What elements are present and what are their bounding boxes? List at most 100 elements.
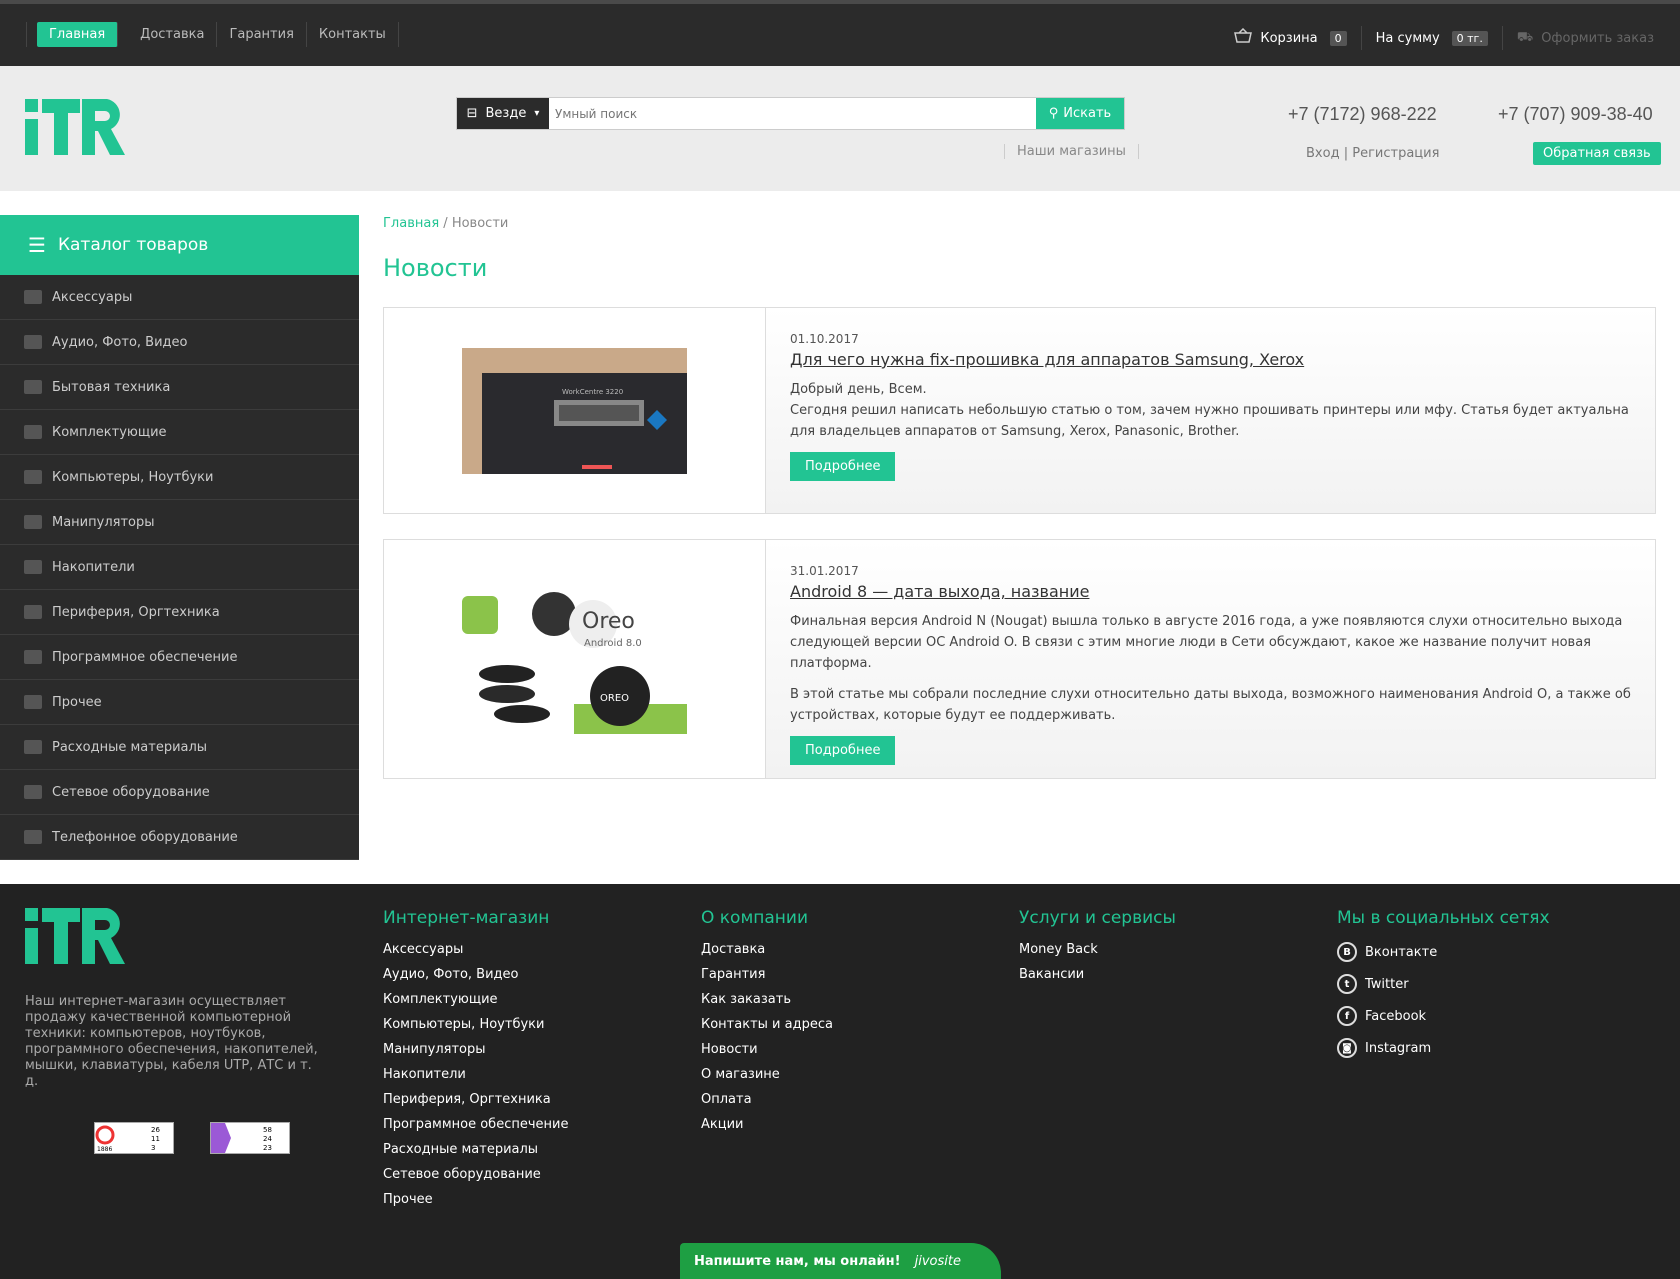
catalog-item[interactable]: Периферия, Оргтехника: [0, 590, 359, 635]
catalog-item-label: Аксессуары: [52, 289, 133, 305]
read-more-button[interactable]: Подробнее: [790, 452, 896, 481]
topnav-link[interactable]: Доставка: [128, 22, 218, 47]
catalog-item[interactable]: Расходные материалы: [0, 725, 359, 770]
footer-link[interactable]: Накопители: [383, 1067, 568, 1082]
footer-link[interactable]: Money Back: [1019, 942, 1176, 957]
social-link[interactable]: ◙ Instagram: [1337, 1038, 1550, 1058]
footer-link[interactable]: Манипуляторы: [383, 1042, 568, 1057]
footer-description: Наш интернет-магазин осуществляет продаж…: [25, 994, 318, 1089]
catalog-item[interactable]: Аудио, Фото, Видео: [0, 320, 359, 365]
news-card: Oreo Android 8.0 OREO 31.01.2017 Android…: [383, 539, 1656, 779]
search-button[interactable]: ⚲ Искать: [1036, 98, 1124, 129]
social-link[interactable]: В Вконтакте: [1337, 942, 1550, 962]
social-label: Twitter: [1365, 976, 1409, 992]
footer-link[interactable]: Как заказать: [701, 992, 833, 1007]
footer-link[interactable]: Компьютеры, Ноутбуки: [383, 1017, 568, 1032]
topnav-link[interactable]: Контакты: [307, 22, 399, 47]
search-input[interactable]: [549, 98, 1036, 129]
footer-col-company: О компании Доставка Гарантия Как заказать Ко…: [701, 908, 833, 1142]
news-card: WorkCentre 3220 01.10.2017 Для чего нужн…: [383, 307, 1656, 514]
footer-link[interactable]: Гарантия: [701, 967, 833, 982]
breadcrumb-home[interactable]: Главная: [383, 216, 439, 231]
register-link[interactable]: Регистрация: [1352, 146, 1439, 161]
footer-link[interactable]: Прочее: [383, 1192, 568, 1207]
footer-col-social: Мы в социальных сетях В Вконтакте t Twitter f…: [1337, 908, 1550, 1070]
footer-heading: Услуги и сервисы: [1019, 908, 1176, 928]
topnav-link[interactable]: Гарантия: [217, 22, 307, 47]
catalog-item-label: Прочее: [52, 694, 102, 710]
counter-badge[interactable]: 58 24 23: [210, 1122, 290, 1154]
catalog-item[interactable]: Сетевое оборудование: [0, 770, 359, 815]
feedback-button[interactable]: Обратная связь: [1533, 142, 1661, 165]
catalog-header[interactable]: ☰ Каталог товаров: [0, 215, 359, 275]
news-title-link[interactable]: Для чего нужна fix-прошивка для аппарато…: [790, 350, 1631, 369]
footer-link[interactable]: Оплата: [701, 1092, 833, 1107]
catalog-item[interactable]: Телефонное оборудование: [0, 815, 359, 860]
footer-link[interactable]: Сетевое оборудование: [383, 1167, 568, 1182]
topnav-link[interactable]: Главная: [37, 22, 119, 47]
social-icon: f: [1337, 1006, 1357, 1026]
social-icon: t: [1337, 974, 1357, 994]
catalog-item-label: Расходные материалы: [52, 739, 208, 755]
filter-icon: ⊟: [466, 106, 478, 121]
catalog-item-label: Манипуляторы: [52, 514, 155, 530]
footer: Наш интернет-магазин осуществляет продаж…: [0, 884, 1680, 1279]
footer-heading: Мы в социальных сетях: [1337, 908, 1550, 928]
social-label: Instagram: [1365, 1040, 1432, 1056]
svg-text:OREO: OREO: [600, 693, 629, 704]
footer-heading: Интернет-магазин: [383, 908, 550, 928]
phone-2[interactable]: +7 (707) 909-38-40: [1498, 104, 1653, 125]
stores-link[interactable]: Наши магазины: [1004, 144, 1139, 159]
read-more-button[interactable]: Подробнее: [790, 736, 896, 765]
catalog-item[interactable]: Программное обеспечение: [0, 635, 359, 680]
social-link[interactable]: t Twitter: [1337, 974, 1550, 994]
search-bar: ⊟ Везде ▾ ⚲ Искать: [456, 97, 1125, 130]
catalog-item-label: Сетевое оборудование: [52, 784, 210, 800]
catalog-item-label: Программное обеспечение: [52, 649, 238, 665]
checkout-link[interactable]: Оформить заказ: [1541, 31, 1654, 46]
catalog-item[interactable]: Манипуляторы: [0, 500, 359, 545]
auth-links: Вход | Регистрация: [1306, 146, 1439, 161]
footer-link[interactable]: О магазине: [701, 1067, 833, 1082]
chat-widget[interactable]: Напишите нам, мы онлайн! jivosite: [680, 1243, 1001, 1279]
catalog-item-label: Комплектующие: [52, 424, 167, 440]
category-icon: [24, 515, 42, 529]
category-icon: [24, 740, 42, 754]
footer-link[interactable]: Доставка: [701, 942, 833, 957]
category-icon: [24, 695, 42, 709]
social-link[interactable]: f Facebook: [1337, 1006, 1550, 1026]
news-date: 01.10.2017: [790, 332, 859, 346]
footer-link[interactable]: Аудио, Фото, Видео: [383, 967, 568, 982]
category-icon: [24, 335, 42, 349]
footer-link[interactable]: Контакты и адреса: [701, 1017, 833, 1032]
news-image[interactable]: Oreo Android 8.0 OREO: [384, 540, 766, 778]
catalog-item[interactable]: Компьютеры, Ноутбуки: [0, 455, 359, 500]
search-scope-select[interactable]: ⊟ Везде ▾: [457, 98, 549, 129]
footer-link[interactable]: Программное обеспечение: [383, 1117, 568, 1132]
logo[interactable]: [25, 99, 125, 155]
footer-logo[interactable]: [25, 908, 125, 964]
catalog-item[interactable]: Комплектующие: [0, 410, 359, 455]
news-title-link[interactable]: Android 8 — дата выхода, название: [790, 582, 1631, 601]
counter-badge[interactable]: 26 11 3 1886: [94, 1122, 174, 1154]
catalog-item[interactable]: Прочее: [0, 680, 359, 725]
catalog-item[interactable]: Аксессуары: [0, 275, 359, 320]
footer-link[interactable]: Аксессуары: [383, 942, 568, 957]
basket-icon[interactable]: [1234, 27, 1253, 48]
catalog-item-label: Бытовая техника: [52, 379, 171, 395]
svg-text:58: 58: [263, 1126, 272, 1134]
login-link[interactable]: Вход: [1306, 146, 1340, 161]
footer-link[interactable]: Акции: [701, 1117, 833, 1132]
catalog-item[interactable]: Бытовая техника: [0, 365, 359, 410]
catalog-item[interactable]: Накопители: [0, 545, 359, 590]
news-image[interactable]: WorkCentre 3220: [384, 308, 766, 513]
header: ⊟ Везде ▾ ⚲ Искать Наши магазины +7 (7172…: [0, 66, 1680, 191]
footer-link[interactable]: Периферия, Оргтехника: [383, 1092, 568, 1107]
footer-link[interactable]: Комплектующие: [383, 992, 568, 1007]
footer-link[interactable]: Новости: [701, 1042, 833, 1057]
breadcrumb-current: Новости: [451, 216, 509, 231]
footer-link[interactable]: Вакансии: [1019, 967, 1176, 982]
footer-link[interactable]: Расходные материалы: [383, 1142, 568, 1157]
cart-label[interactable]: Корзина: [1260, 31, 1317, 46]
phone-1[interactable]: +7 (7172) 968-222: [1288, 104, 1437, 125]
